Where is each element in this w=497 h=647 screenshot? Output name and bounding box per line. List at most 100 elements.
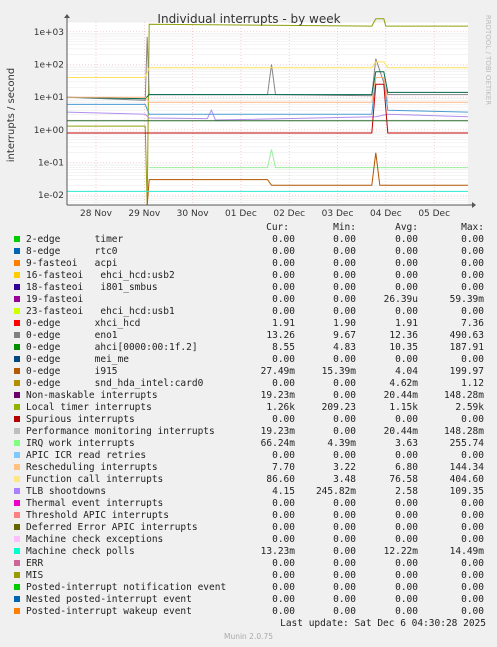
legend-cur-value: 0.00 (272, 378, 295, 389)
legend-label: 0-edge snd_hda_intel:card0 (26, 378, 204, 389)
legend-min-value: 0.00 (333, 510, 356, 521)
legend-min-value: 3.22 (333, 462, 356, 473)
legend-max-value: 0.00 (461, 498, 484, 509)
legend-row: ERR 0.00 0.00 0.00 0.00 (0, 558, 497, 570)
legend-max-value: 0.00 (461, 558, 484, 569)
legend-label: 9-fasteoi acpi (26, 258, 118, 269)
legend-label: 18-fasteoi i801_smbus (26, 282, 158, 293)
legend-avg-value: 76.58 (389, 474, 418, 485)
legend-min-value: 0.00 (333, 594, 356, 605)
legend-max-value: 0.00 (461, 522, 484, 533)
legend-swatch (14, 344, 20, 350)
legend-min-value: 0.00 (333, 306, 356, 317)
y-axis-label: interrupts / second (6, 68, 17, 162)
legend-cur-value: 0.00 (272, 534, 295, 545)
legend-min-value: 0.00 (333, 522, 356, 533)
legend-avg-value: 10.35 (389, 342, 418, 353)
legend-swatch (14, 488, 20, 494)
legend-row: 16-fasteoi ehci_hcd:usb2 0.00 0.00 0.00 0.00 (0, 270, 497, 282)
legend-label: 0-edge eno1 (26, 330, 118, 341)
legend-min-value: 0.00 (333, 582, 356, 593)
legend-cur-value: 0.00 (272, 294, 295, 305)
legend-min-value: 0.00 (333, 606, 356, 617)
legend-min-value: 3.48 (333, 474, 356, 485)
legend-avg-value: 2.58 (395, 486, 418, 497)
legend-min-value: 1.90 (333, 318, 356, 329)
legend-cur-value: 0.00 (272, 522, 295, 533)
legend-max-value: 2.59k (455, 402, 484, 413)
legend-swatch (14, 248, 20, 254)
legend-cur-value: 19.23m (260, 426, 295, 437)
munin-version: Munin 2.0.75 (223, 632, 274, 641)
legend-min-value: 245.82m (315, 486, 356, 497)
y-tick-label: 1e-02 (38, 191, 64, 201)
legend-min-value: 0.00 (333, 414, 356, 425)
legend-row: 0-edge xhci_hcd 1.91 1.90 1.91 7.36 (0, 318, 497, 330)
legend-row: Machine check polls 13.23m 0.00 12.22m 14.49… (0, 546, 497, 558)
legend-avg-value: 0.00 (395, 234, 418, 245)
legend-row: Spurious interrupts 0.00 0.00 0.00 0.00 (0, 414, 497, 426)
legend-row: Function call interrupts 86.60 3.48 76.58 40… (0, 474, 497, 486)
legend-max-value: 255.74 (449, 438, 484, 449)
last-update: Last update: Sat Dec 6 04:30:28 2025 (280, 618, 486, 629)
legend-swatch (14, 368, 20, 374)
legend-cur-value: 0.00 (272, 258, 295, 269)
legend-cur-value: 0.00 (272, 570, 295, 581)
legend-row: 18-fasteoi i801_smbus 0.00 0.00 0.00 0.00 (0, 282, 497, 294)
x-tick-label: 01 Dec (225, 209, 257, 219)
legend-cur-value: 86.60 (266, 474, 295, 485)
legend-swatch (14, 320, 20, 326)
legend-row: Performance monitoring interrupts 19.23m 0… (0, 426, 497, 438)
legend-label: APIC ICR read retries (26, 450, 147, 461)
legend-row: Thermal event interrupts 0.00 0.00 0.00 0.00 (0, 498, 497, 510)
legend-avg-value: 4.62m (389, 378, 418, 389)
legend-cur-value: 0.00 (272, 246, 295, 257)
legend-avg-value: 26.39u (383, 294, 418, 305)
legend-min-value: 0.00 (333, 258, 356, 269)
legend-label: Function call interrupts (26, 474, 164, 485)
legend-row: Posted-interrupt wakeup event 0.00 0.00 0.0… (0, 606, 497, 618)
legend-row: Threshold APIC interrupts 0.00 0.00 0.00 0.0… (0, 510, 497, 522)
legend-min-value: 4.39m (327, 438, 356, 449)
legend-avg-value: 0.00 (395, 570, 418, 581)
legend-swatch (14, 260, 20, 266)
legend-label: 2-edge timer (26, 234, 124, 245)
legend-label: TLB shootdowns (26, 486, 107, 497)
legend-avg-value: 0.00 (395, 450, 418, 461)
legend-label: Deferred Error APIC interrupts (26, 522, 198, 533)
x-tick-label: 05 Dec (418, 209, 450, 219)
legend-min-value: 0.00 (333, 450, 356, 461)
legend-label: Performance monitoring interrupts (26, 426, 215, 437)
legend-max-value: 490.63 (449, 330, 484, 341)
legend-row: 0-edge eno1 13.26 9.67 12.36 490.63 (0, 330, 497, 342)
legend-avg-value: 12.36 (389, 330, 418, 341)
legend-avg-value: 1.15k (389, 402, 418, 413)
legend-swatch (14, 500, 20, 506)
legend-cur-value: 0.00 (272, 354, 295, 365)
legend-swatch (14, 584, 20, 590)
legend-max-value: 144.34 (449, 462, 484, 473)
legend-swatch (14, 524, 20, 530)
x-tick-label: 04 Dec (370, 209, 402, 219)
x-tick-label: 29 Nov (128, 209, 161, 219)
legend-max-value: 0.00 (461, 450, 484, 461)
legend-min-value: 4.83 (333, 342, 356, 353)
legend-max-value: 0.00 (461, 582, 484, 593)
legend-avg-value: 0.00 (395, 582, 418, 593)
legend-avg-value: 3.63 (395, 438, 418, 449)
legend-max-value: 0.00 (461, 246, 484, 257)
legend-min-value: 0.00 (333, 282, 356, 293)
legend-row: 9-fasteoi acpi 0.00 0.00 0.00 0.00 (0, 258, 497, 270)
y-tick-label: 1e+02 (34, 61, 64, 71)
legend-avg-value: 20.44m (383, 390, 418, 401)
legend-max-value: 0.00 (461, 594, 484, 605)
legend-avg-value: 0.00 (395, 354, 418, 365)
legend-min-value: 0.00 (333, 426, 356, 437)
legend-max-value: 148.28m (443, 390, 484, 401)
legend-cur-value: 4.15 (272, 486, 295, 497)
legend-cur-value: 0.00 (272, 582, 295, 593)
legend-avg-value: 0.00 (395, 414, 418, 425)
legend-min-value: 0.00 (333, 570, 356, 581)
legend-label: IRQ work interrupts (26, 438, 135, 449)
legend-avg-value: 6.80 (395, 462, 418, 473)
